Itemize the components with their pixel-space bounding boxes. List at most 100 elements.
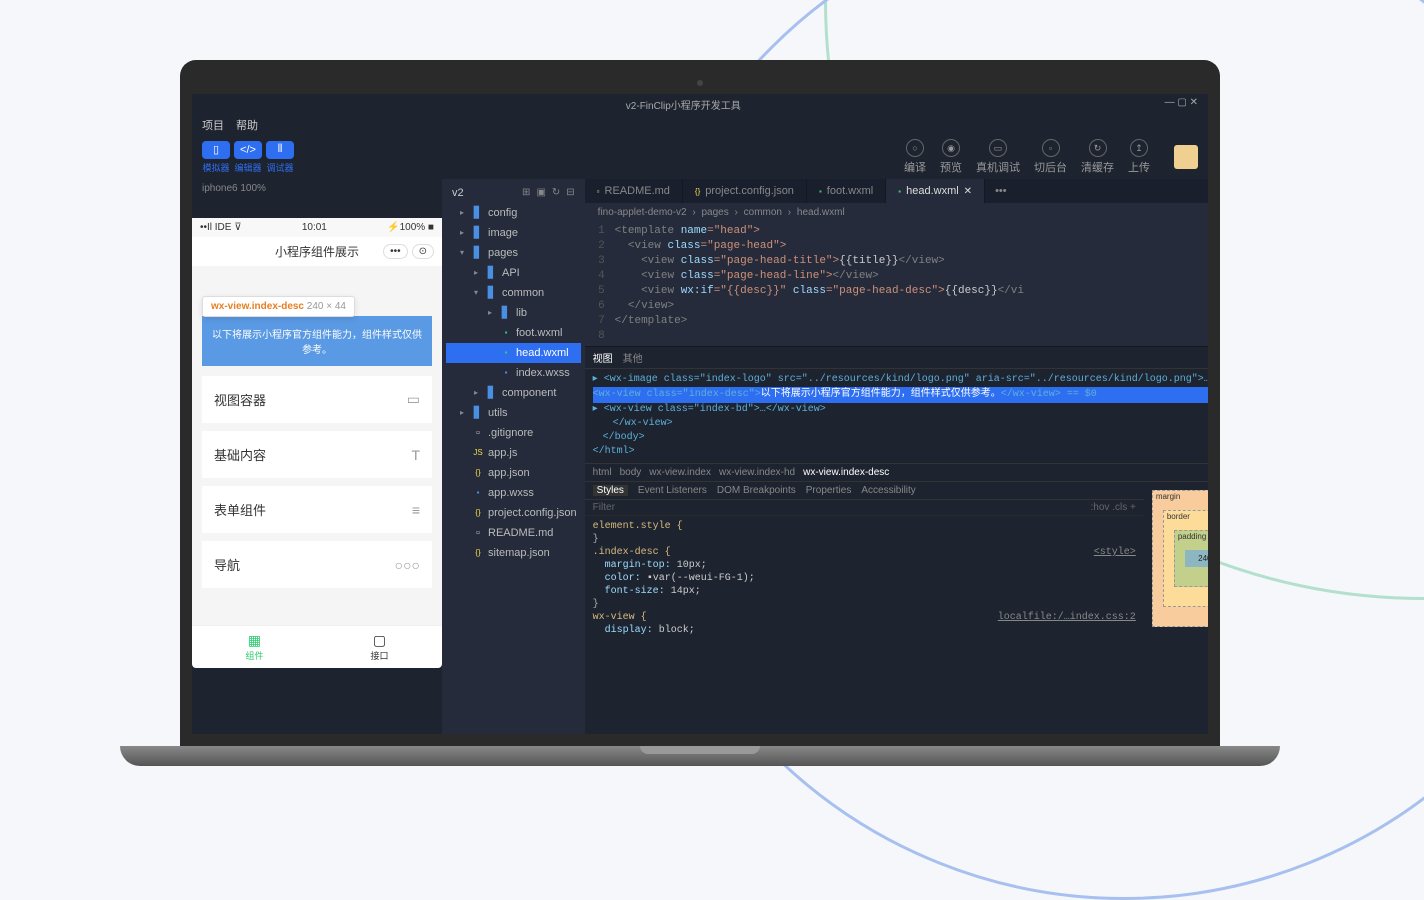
grid-icon: ▦ (198, 632, 311, 649)
folder-icon: ▋ (486, 263, 498, 283)
menu-project[interactable]: 项目 (202, 117, 224, 133)
breadcrumb[interactable]: fino-applet-demo-v2 › pages › common › h… (585, 203, 1208, 222)
tool-remote[interactable]: ▭真机调试 (976, 139, 1020, 175)
json-icon: {} (472, 503, 484, 523)
tool-editor[interactable]: </>编辑器 (234, 141, 262, 174)
crumb[interactable]: html (593, 467, 612, 478)
editor-tab-active[interactable]: ▪head.wxml✕ (886, 179, 985, 203)
file-explorer: v2 ⊞ ▣ ↻ ⊟ ▸▋config ▸▋image ▾▋pages ▸▋AP… (442, 179, 585, 734)
tab-component[interactable]: ▦组件 (192, 626, 317, 668)
capsule-button[interactable]: •••⊙ (383, 244, 434, 259)
crumb-active[interactable]: wx-view.index-desc (803, 467, 889, 478)
tree-folder[interactable]: ▾▋common (446, 283, 581, 303)
tab-dom-breakpoints[interactable]: DOM Breakpoints (717, 485, 796, 496)
tree-file[interactable]: {}project.config.json (446, 503, 581, 523)
tool-upload[interactable]: ↥上传 (1128, 139, 1150, 175)
filter-input[interactable]: Filter (593, 502, 615, 513)
camera-dot (697, 80, 703, 86)
window-title: v2-FinClip小程序开发工具 (626, 97, 741, 112)
list-item[interactable]: 视图容器▭ (202, 376, 432, 423)
tab-overflow[interactable]: ••• (985, 179, 1017, 203)
folder-icon: ▋ (486, 283, 498, 303)
list-item[interactable]: 导航○○○ (202, 541, 432, 588)
tree-folder[interactable]: ▸▋utils (446, 403, 581, 423)
css-rules[interactable]: element.style { } <style>.index-desc { m… (585, 516, 1144, 641)
phone-tabbar: ▦组件 ▢接口 (192, 625, 442, 668)
list-item[interactable]: 基础内容T (202, 431, 432, 478)
tree-folder[interactable]: ▸▋config (446, 203, 581, 223)
editor-tab[interactable]: ▫README.md (585, 179, 683, 203)
tree-file[interactable]: JSapp.js (446, 443, 581, 463)
hov-toggle[interactable]: :hov (1091, 502, 1110, 513)
wxml-icon: ▪ (500, 323, 512, 343)
window-controls[interactable]: — ▢ ✕ (1165, 97, 1198, 112)
folder-icon: ▋ (500, 303, 512, 323)
refresh-icon[interactable]: ↻ (552, 187, 560, 199)
tool-cache[interactable]: ↻清缓存 (1081, 139, 1114, 175)
tab-styles[interactable]: Styles (593, 485, 628, 496)
title-bar: v2-FinClip小程序开发工具 — ▢ ✕ (192, 94, 1208, 115)
crumb[interactable]: wx-view.index (649, 467, 711, 478)
tree-folder[interactable]: ▸▋lib (446, 303, 581, 323)
devtool-tab-view[interactable]: 视图 (593, 350, 613, 365)
js-icon: JS (472, 443, 484, 463)
text-icon: T (411, 447, 420, 463)
tree-folder[interactable]: ▸▋image (446, 223, 581, 243)
cls-toggle[interactable]: .cls (1112, 502, 1127, 513)
crumb[interactable]: wx-view.index-hd (719, 467, 795, 478)
tab-accessibility[interactable]: Accessibility (861, 485, 915, 496)
new-file-icon[interactable]: ⊞ (522, 187, 530, 199)
box-model: margin10 border- padding- 240 × 44 - - - (1144, 482, 1208, 734)
list-item[interactable]: 表单组件≡ (202, 486, 432, 533)
tree-folder[interactable]: ▸▋component (446, 383, 581, 403)
json-icon: {} (695, 187, 700, 196)
tree-file[interactable]: {}sitemap.json (446, 543, 581, 563)
tree-file[interactable]: ▪foot.wxml (446, 323, 581, 343)
tree-file[interactable]: ▪app.wxss (446, 483, 581, 503)
more-icon: ○○○ (395, 557, 420, 573)
close-icon[interactable]: ✕ (964, 186, 972, 197)
project-root[interactable]: v2 (452, 187, 464, 199)
tool-background[interactable]: ▫切后台 (1034, 139, 1067, 175)
folder-icon: ▋ (472, 203, 484, 223)
add-rule[interactable]: + (1130, 502, 1136, 513)
tree-file[interactable]: {}app.json (446, 463, 581, 483)
tree-folder[interactable]: ▾▋pages (446, 243, 581, 263)
app-title: 小程序组件展示 (275, 243, 359, 260)
tool-debugger[interactable]: ⫴调试器 (266, 141, 294, 174)
tab-api[interactable]: ▢接口 (317, 626, 442, 668)
avatar[interactable] (1174, 145, 1198, 169)
tree-file[interactable]: ▪index.wxss (446, 363, 581, 383)
file-icon: ▫ (472, 423, 484, 443)
new-folder-icon[interactable]: ▣ (536, 187, 545, 199)
selected-element[interactable]: 以下将展示小程序官方组件能力，组件样式仅供参考。 (202, 316, 432, 366)
device-info[interactable]: iphone6 100% (192, 179, 442, 198)
menu-help[interactable]: 帮助 (236, 117, 258, 133)
folder-icon: ▋ (472, 403, 484, 423)
crumb[interactable]: body (620, 467, 642, 478)
tab-event-listeners[interactable]: Event Listeners (638, 485, 707, 496)
collapse-icon[interactable]: ⊟ (566, 187, 574, 199)
md-icon: ▫ (597, 187, 600, 196)
folder-icon: ▋ (472, 223, 484, 243)
dom-tree[interactable]: ▸ <wx-image class="index-logo" src="../r… (585, 369, 1208, 463)
folder-icon: ▋ (472, 243, 484, 263)
devtools-panel: 视图 其他 ▸ <wx-image class="index-logo" src… (585, 346, 1208, 734)
code-editor[interactable]: 1<template name="head"> 2 <view class="p… (585, 222, 1208, 346)
editor-tab[interactable]: ▪foot.wxml (807, 179, 886, 203)
tree-folder[interactable]: ▸▋API (446, 263, 581, 283)
tool-simulator[interactable]: ▯模拟器 (202, 141, 230, 174)
devtool-tab-other[interactable]: 其他 (623, 350, 643, 365)
md-icon: ▫ (472, 523, 484, 543)
json-icon: {} (472, 463, 484, 483)
tree-file[interactable]: ▫README.md (446, 523, 581, 543)
tab-properties[interactable]: Properties (806, 485, 852, 496)
tool-compile[interactable]: ○编译 (904, 139, 926, 175)
tool-preview[interactable]: ◉预览 (940, 139, 962, 175)
tree-file-active[interactable]: ▪head.wxml (446, 343, 581, 363)
container-icon: ▭ (407, 391, 420, 408)
json-icon: {} (472, 543, 484, 563)
tree-file[interactable]: ▫.gitignore (446, 423, 581, 443)
editor-tab[interactable]: {}project.config.json (683, 179, 807, 203)
phone-status-bar: ••Il IDE ⊽ 10:01 ⚡100% ■ (192, 218, 442, 237)
